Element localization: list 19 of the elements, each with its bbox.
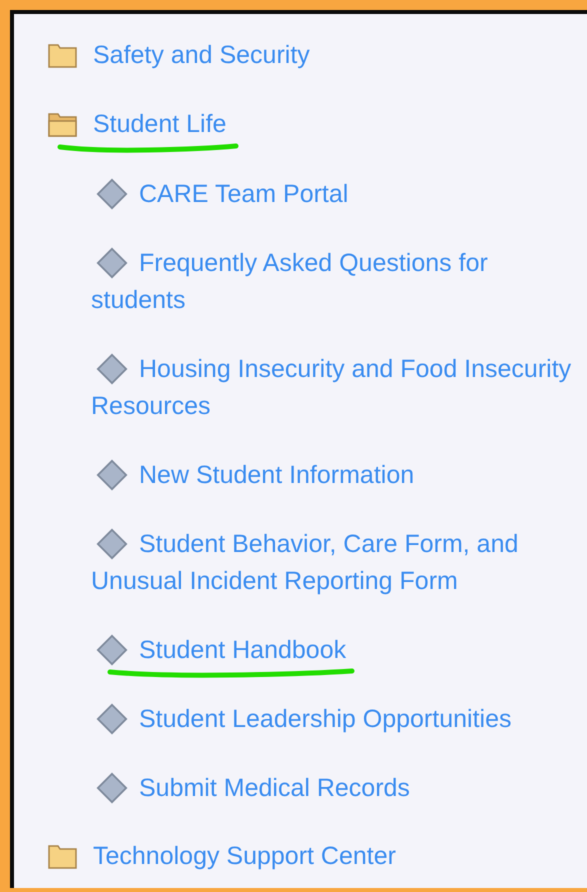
diamond-icon: [96, 528, 128, 560]
page-link[interactable]: Frequently Asked Questions for students: [91, 245, 583, 319]
folder-link[interactable]: Technology Support Center: [93, 838, 396, 874]
page-link[interactable]: Student Leadership Opportunities: [91, 701, 583, 738]
page-link[interactable]: Submit Medical Records: [91, 770, 583, 807]
page-link[interactable]: New Student Information: [91, 457, 583, 494]
diamond-icon: [96, 459, 128, 491]
diamond-icon: [96, 703, 128, 735]
diamond-icon: [96, 772, 128, 804]
diamond-icon: [96, 634, 128, 666]
folder-link[interactable]: Student Life: [93, 106, 226, 142]
diamond-icon: [96, 353, 128, 385]
page-link[interactable]: CARE Team Portal: [91, 176, 583, 213]
page-link[interactable]: Student Behavior, Care Form, and Unusual Incident Reporting Form: [91, 526, 583, 600]
folder-link[interactable]: Safety and Security: [93, 36, 310, 74]
diamond-icon: [96, 178, 128, 210]
page-link[interactable]: Student Handbook: [91, 632, 583, 669]
page-link[interactable]: Housing Insecurity and Food Insecurity Resources: [91, 351, 583, 425]
diamond-icon: [96, 247, 128, 279]
